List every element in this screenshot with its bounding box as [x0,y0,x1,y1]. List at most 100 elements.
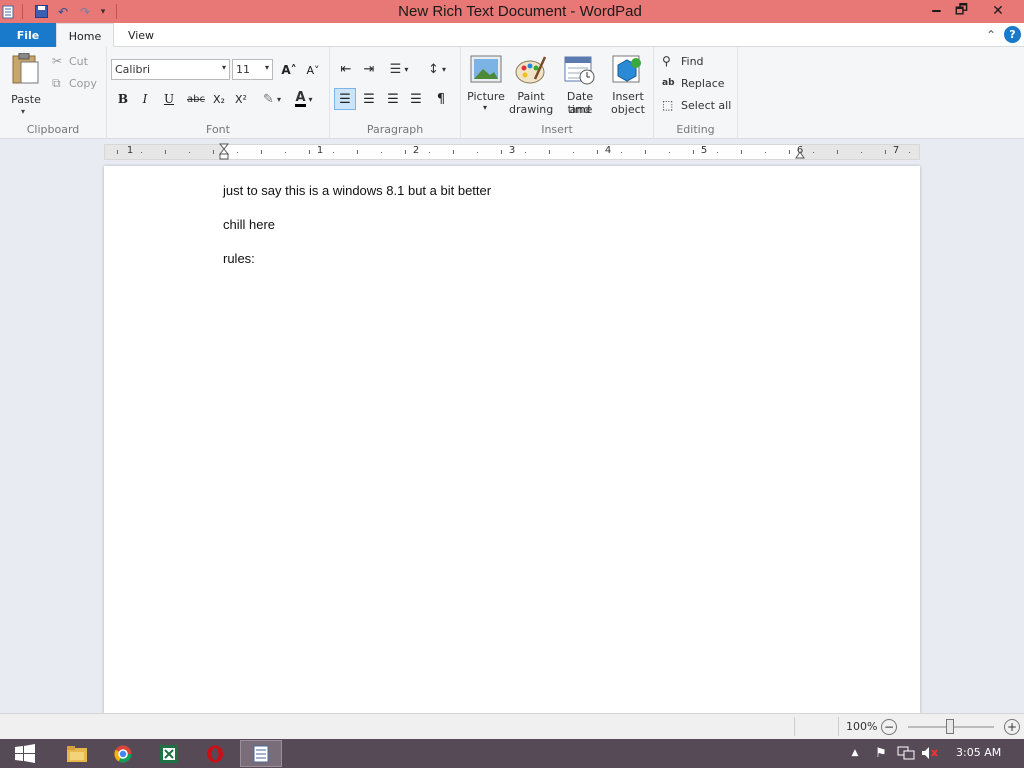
font-family-value: Calibri [115,63,151,76]
increase-indent-icon[interactable]: ⇥ [359,59,379,79]
font-color-button[interactable]: A ▾ [289,89,319,109]
shrink-font-icon: A˅ [306,63,320,77]
redo-icon[interactable]: ↷ [76,2,94,21]
taskbar-wordpad-active[interactable] [240,740,282,767]
customize-quick-access-icon[interactable]: ▾ [96,2,110,21]
cut-button[interactable]: ✂ Cut [52,53,88,69]
paint-drawing-button[interactable]: Paint drawing [509,53,553,116]
minimize-ribbon-icon[interactable]: ⌃ [982,26,1000,44]
font-size-select[interactable]: 11 ▾ [232,59,273,80]
opera-icon [207,745,223,762]
wordpad-app-icon[interactable] [0,2,16,21]
paragraph-group: ⇤ ⇥ ☰ ▾ ↕ ▾ ☰ ☰ ☰ ☰ ¶ Paragraph [330,47,461,139]
bullets-button[interactable]: ☰ ▾ [384,59,414,79]
zoom-out-button[interactable]: − [881,719,897,735]
help-icon[interactable]: ? [1004,26,1021,43]
taskbar-opera[interactable] [194,740,236,767]
replace-label: Replace [681,76,725,90]
align-left-button[interactable]: ☰ [334,88,356,110]
replace-button[interactable]: ab Replace [662,75,725,91]
shrink-font-button[interactable]: A˅ [303,60,323,80]
ruler-tick [165,150,166,154]
windows-logo-icon [15,743,35,763]
object-label-line2: object [611,103,645,116]
ruler-tick [621,152,622,153]
document-line[interactable]: just to say this is a windows 8.1 but a … [223,183,491,198]
align-right-icon[interactable]: ☰ [383,89,403,109]
insert-object-button[interactable]: Insert object [607,53,649,116]
taskbar: ▲ ⚑ 3:05 AM [0,739,1024,768]
ruler-tick [357,150,358,154]
chevron-down-icon: ▾ [276,94,281,104]
highlighter-icon: ✎ [263,91,274,107]
picture-button[interactable]: Picture ▾ [465,53,507,115]
chevron-down-icon: ▾ [441,64,446,74]
paragraph-settings-icon[interactable]: ¶ [431,89,451,109]
picture-label: Picture [467,90,505,103]
taskbar-file-explorer[interactable] [56,740,98,767]
right-indent-marker-icon[interactable] [795,150,805,160]
taskbar-excel[interactable] [148,740,190,767]
find-label: Find [681,54,704,68]
strikethrough-button[interactable]: abc [183,89,209,109]
font-group-label: Font [206,123,230,136]
insert-object-icon [612,55,641,83]
decrease-indent-icon[interactable]: ⇤ [336,59,356,79]
align-center-icon[interactable]: ☰ [359,89,379,109]
zoom-in-button[interactable]: + [1004,719,1020,735]
start-button[interactable] [4,740,46,767]
bold-button[interactable]: B [113,89,133,109]
date-time-button[interactable]: Date and time [555,53,605,116]
highlight-color-button[interactable]: ✎ ▾ [257,89,287,109]
superscript-button[interactable]: X² [231,89,251,109]
network-icon[interactable] [896,744,916,762]
ruler[interactable]: 1 1 2 3 4 5 6 7 [104,143,920,161]
indent-markers-icon[interactable] [218,143,230,161]
clock[interactable]: 3:05 AM [956,746,1001,759]
ruler-tick [261,150,262,154]
ruler-tick [189,152,190,153]
tab-file[interactable]: File [0,23,56,47]
tab-view[interactable]: View [114,23,168,47]
subscript-button[interactable]: X₂ [209,89,229,109]
ruler-tick [885,150,886,154]
paste-button[interactable]: Paste ▾ [6,51,46,116]
show-hidden-icons[interactable]: ▲ [848,745,862,761]
picture-icon [470,55,502,83]
undo-icon[interactable]: ↶ [54,2,72,21]
taskbar-chrome[interactable] [102,740,144,767]
restore-icon: 🗗 [954,1,969,18]
ruler-tick [549,150,550,154]
copy-button[interactable]: ⧉ Copy [52,75,97,91]
grow-font-button[interactable]: A˄ [279,60,299,80]
italic-button[interactable]: I [135,89,155,109]
subscript-icon: X₂ [213,92,225,106]
window-title: New Rich Text Document - WordPad [398,3,642,20]
paint-palette-icon [515,56,547,84]
underline-button[interactable]: U [159,89,179,109]
document-page[interactable]: just to say this is a windows 8.1 but a … [104,166,920,713]
tab-home[interactable]: Home [56,23,114,48]
action-center-flag-icon[interactable]: ⚑ [872,744,890,762]
line-spacing-button[interactable]: ↕ ▾ [422,59,452,79]
file-explorer-icon [67,745,87,762]
copy-label: Copy [69,76,97,90]
font-family-select[interactable]: Calibri ▾ [111,59,230,80]
ruler-label: 1 [316,145,324,156]
zoom-slider-thumb[interactable] [946,719,954,734]
close-button[interactable]: ✕ [974,0,1022,21]
ruler-tick [213,150,214,154]
italic-icon: I [142,92,148,106]
document-line[interactable]: rules: [223,251,255,266]
ruler-tick [909,152,910,153]
select-all-label: Select all [681,98,732,112]
volume-muted-icon[interactable] [920,744,940,762]
document-line[interactable]: chill here [223,217,275,232]
find-button[interactable]: ⚲ Find [662,53,704,69]
justify-icon[interactable]: ☰ [406,89,426,109]
save-icon[interactable] [32,2,50,21]
select-all-button[interactable]: ⬚ Select all [662,97,731,113]
ruler-tick [405,150,406,154]
excel-icon [160,744,178,763]
status-bar: 100% − + [0,713,1024,739]
